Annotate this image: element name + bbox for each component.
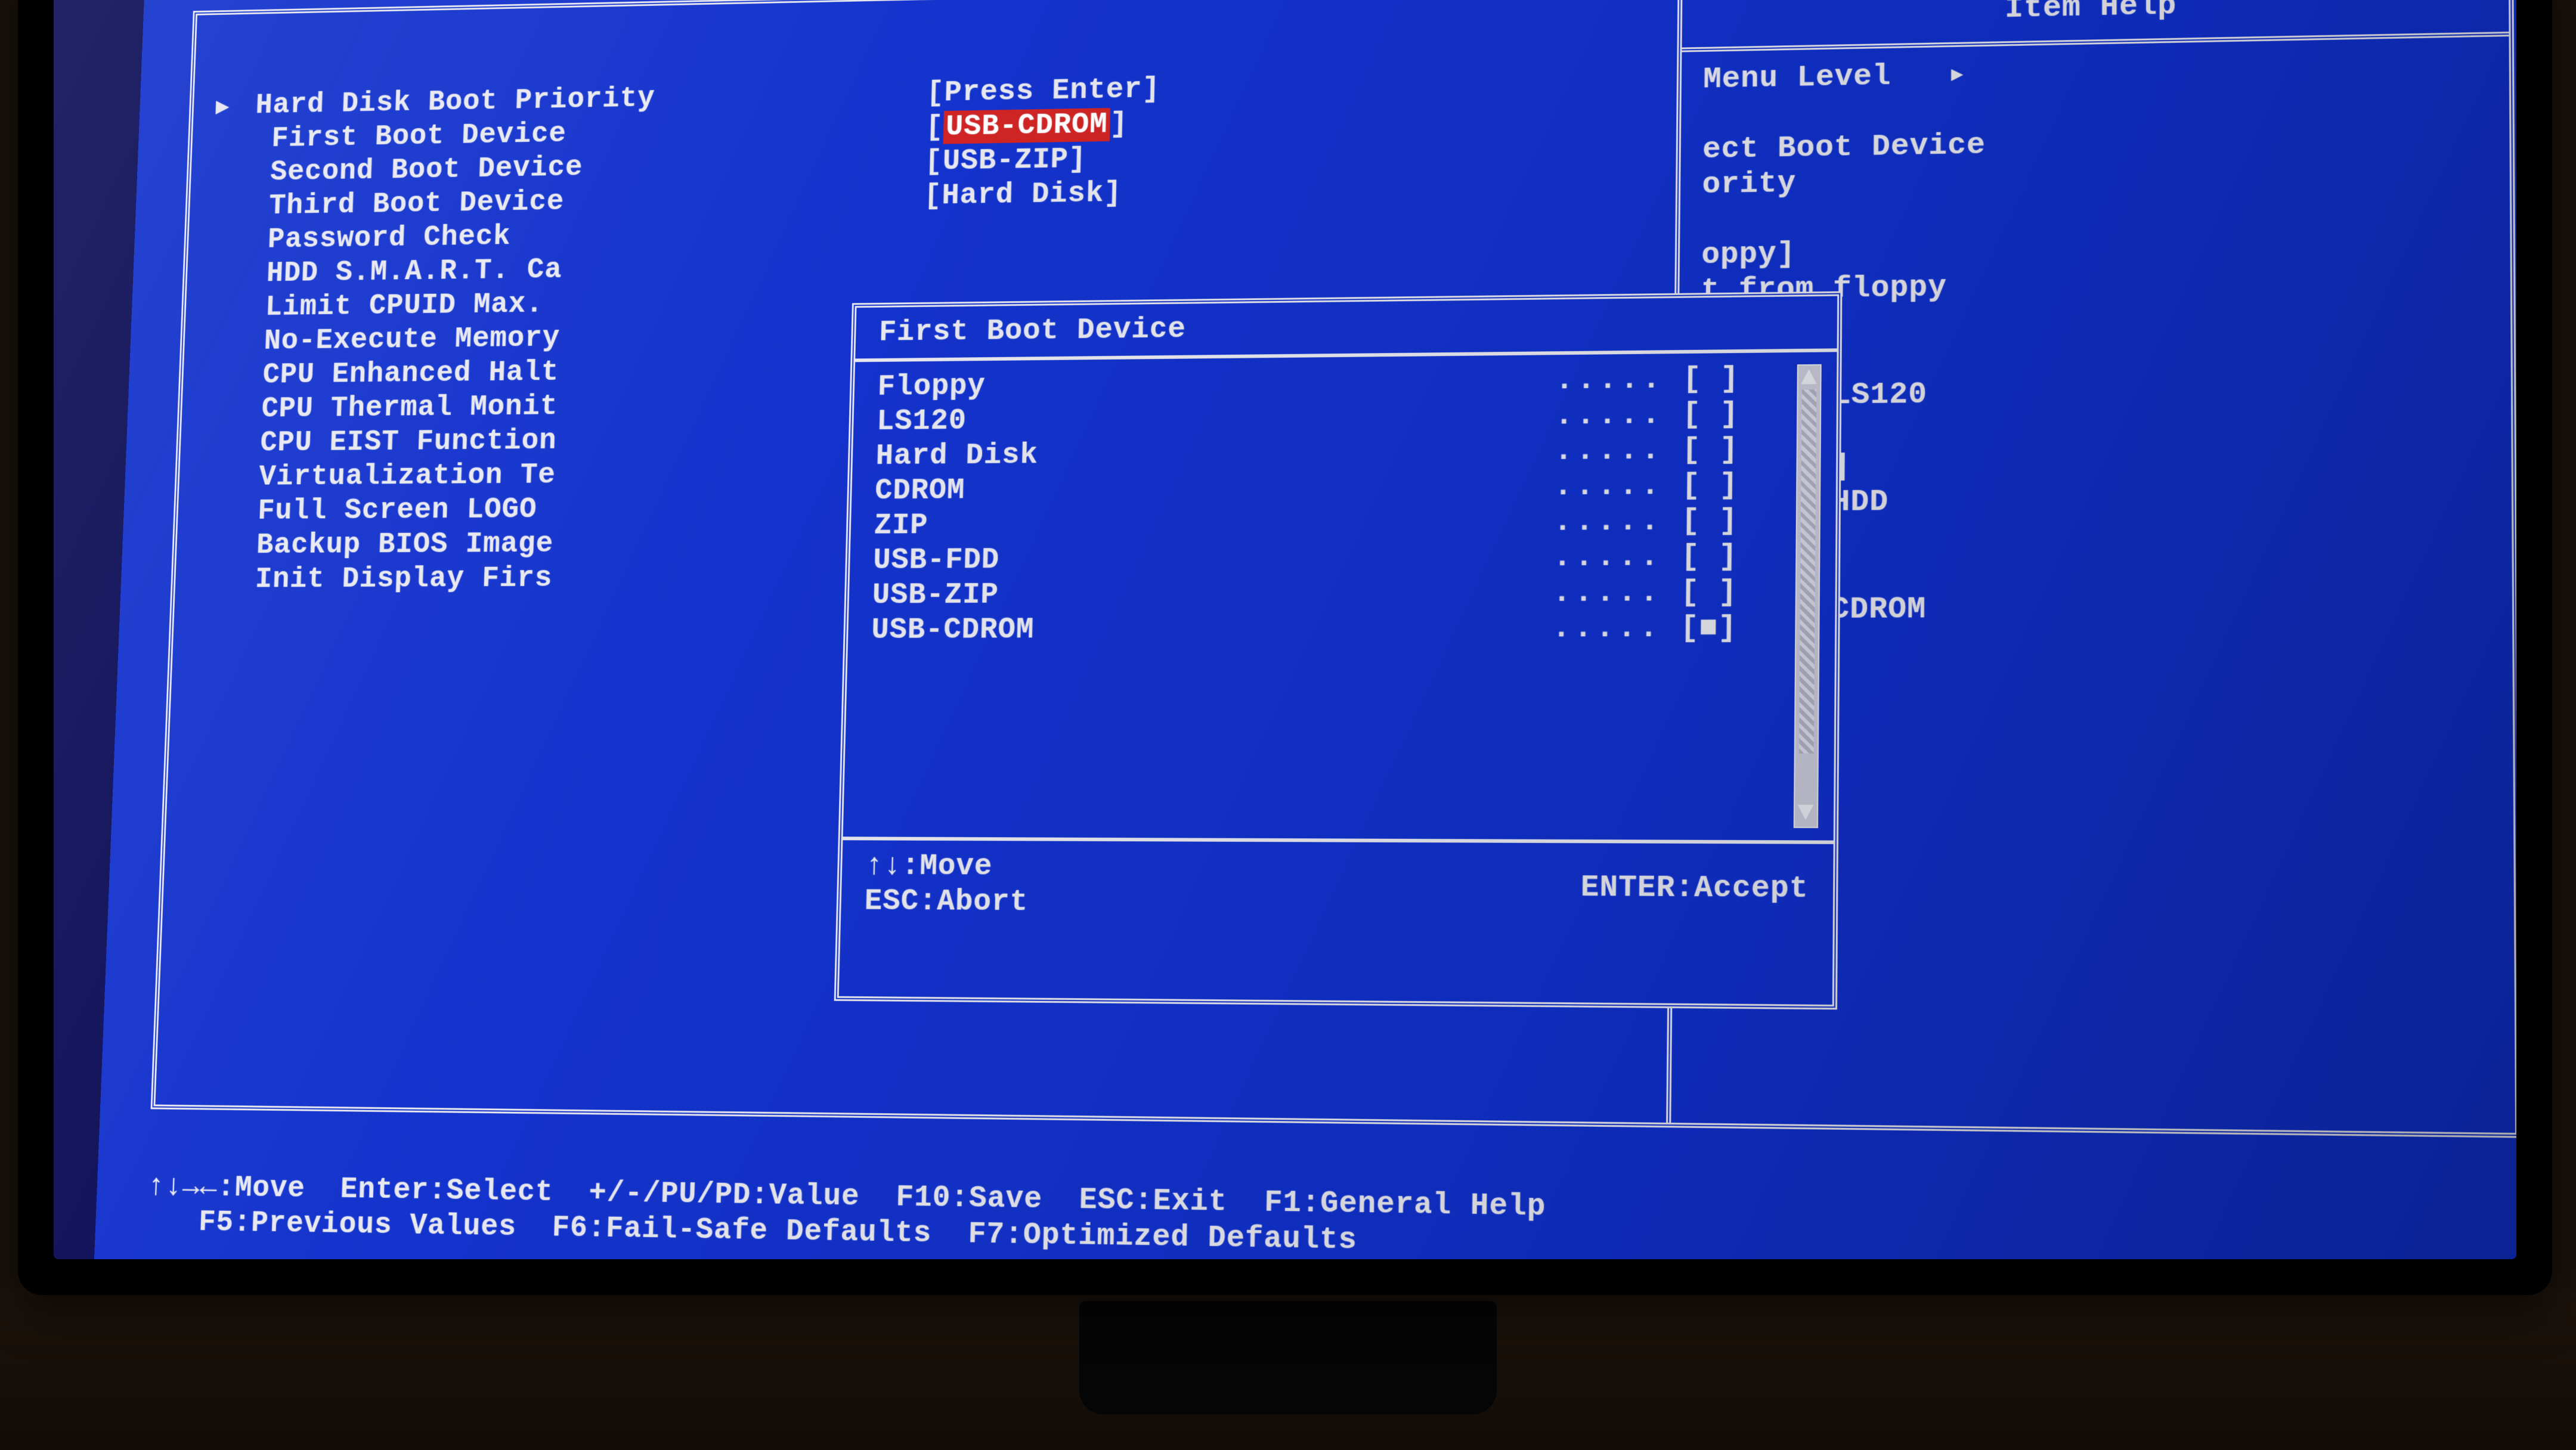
setting-value[interactable]: [USB-CDROM] <box>925 107 1129 145</box>
bios-screen: 2008 Award Software Advanced BIOS Featur… <box>94 0 2516 1259</box>
first-boot-device-popup: First Boot Device Floppy ..... [ ] LS120..… <box>834 291 1843 1009</box>
popup-option-state: ..... [ ] <box>1555 432 1739 469</box>
popup-option-name: USB-ZIP <box>872 578 999 613</box>
chevron-right-icon: ▸ <box>1948 57 1967 93</box>
popup-option-name: USB-CDROM <box>871 612 1035 647</box>
popup-footer: ↑↓:Move ESC:Abort ENTER:Accept <box>841 840 1834 934</box>
popup-option-state: ..... [ ] <box>1555 397 1739 434</box>
popup-option-list: Floppy ..... [ ] LS120 ..... [ ] Hard Disk..… <box>843 352 1837 844</box>
setting-label: Full Screen LOGO <box>188 490 917 529</box>
popup-scrollbar[interactable]: ▲ ▼ <box>1794 364 1822 828</box>
popup-option[interactable]: USB-ZIP ..... [ ] <box>872 575 1811 614</box>
setting-label: Virtualization Te <box>190 456 917 495</box>
popup-option-name: ZIP <box>874 509 928 544</box>
scroll-down-icon[interactable]: ▼ <box>1797 798 1815 829</box>
setting-label: Backup BIOS Image <box>187 525 916 563</box>
popup-option-state: ..... [■] <box>1552 611 1737 647</box>
popup-option-state: ..... [ ] <box>1553 575 1738 611</box>
popup-option-state: ..... [ ] <box>1555 361 1739 398</box>
popup-option-name: LS120 <box>877 404 967 439</box>
menu-level-label: Menu Level <box>1703 60 1891 97</box>
popup-option-name: USB-FDD <box>873 543 1000 578</box>
popup-option-state: ..... [ ] <box>1554 468 1738 505</box>
popup-option-state: ..... [ ] <box>1553 539 1738 575</box>
selection-marker-icon <box>215 89 233 123</box>
popup-option-name: Floppy <box>877 369 986 405</box>
popup-title: First Boot Device <box>855 296 1837 362</box>
photo-background: 2008 Award Software Advanced BIOS Featur… <box>0 0 2576 1450</box>
setting-value[interactable]: [Press Enter] <box>926 72 1160 111</box>
monitor-screen: 2008 Award Software Advanced BIOS Featur… <box>54 0 2516 1259</box>
key-guide: ↑↓→←:Move Enter:Select +/-/PU/PD:Value F… <box>145 1169 2516 1259</box>
setting-value[interactable]: [Hard Disk] <box>924 176 1122 213</box>
setting-label: CPU Thermal Monit <box>193 386 919 427</box>
monitor-bezel: 2008 Award Software Advanced BIOS Featur… <box>18 0 2552 1295</box>
popup-option-name: CDROM <box>875 473 965 509</box>
popup-option[interactable]: CDROM ..... [ ] <box>875 467 1812 509</box>
setting-value[interactable]: [USB-ZIP] <box>924 142 1087 179</box>
popup-option[interactable]: ZIP ..... [ ] <box>874 503 1812 544</box>
popup-hint-move: ↑↓:Move <box>865 848 1029 884</box>
setting-label: CPU EIST Function <box>191 421 919 461</box>
popup-option-name: Hard Disk <box>875 438 1038 474</box>
popup-option[interactable]: Hard Disk ..... [ ] <box>875 432 1812 474</box>
popup-option[interactable]: USB-FDD ..... [ ] <box>873 539 1812 578</box>
popup-hint-abort: ESC:Abort <box>864 884 1029 920</box>
setting-label: Init Display Firs <box>186 560 915 597</box>
popup-hint-accept: ENTER:Accept <box>1580 870 1809 907</box>
scrollbar-track <box>1799 389 1816 753</box>
popup-option[interactable]: USB-CDROM ..... [■] <box>871 611 1811 648</box>
popup-option-state: ..... [ ] <box>1553 503 1738 540</box>
monitor-stand <box>1079 1301 1497 1414</box>
bios-main-frame: Hard Disk Boot Priority[Press Enter] Fir… <box>151 0 2516 1138</box>
